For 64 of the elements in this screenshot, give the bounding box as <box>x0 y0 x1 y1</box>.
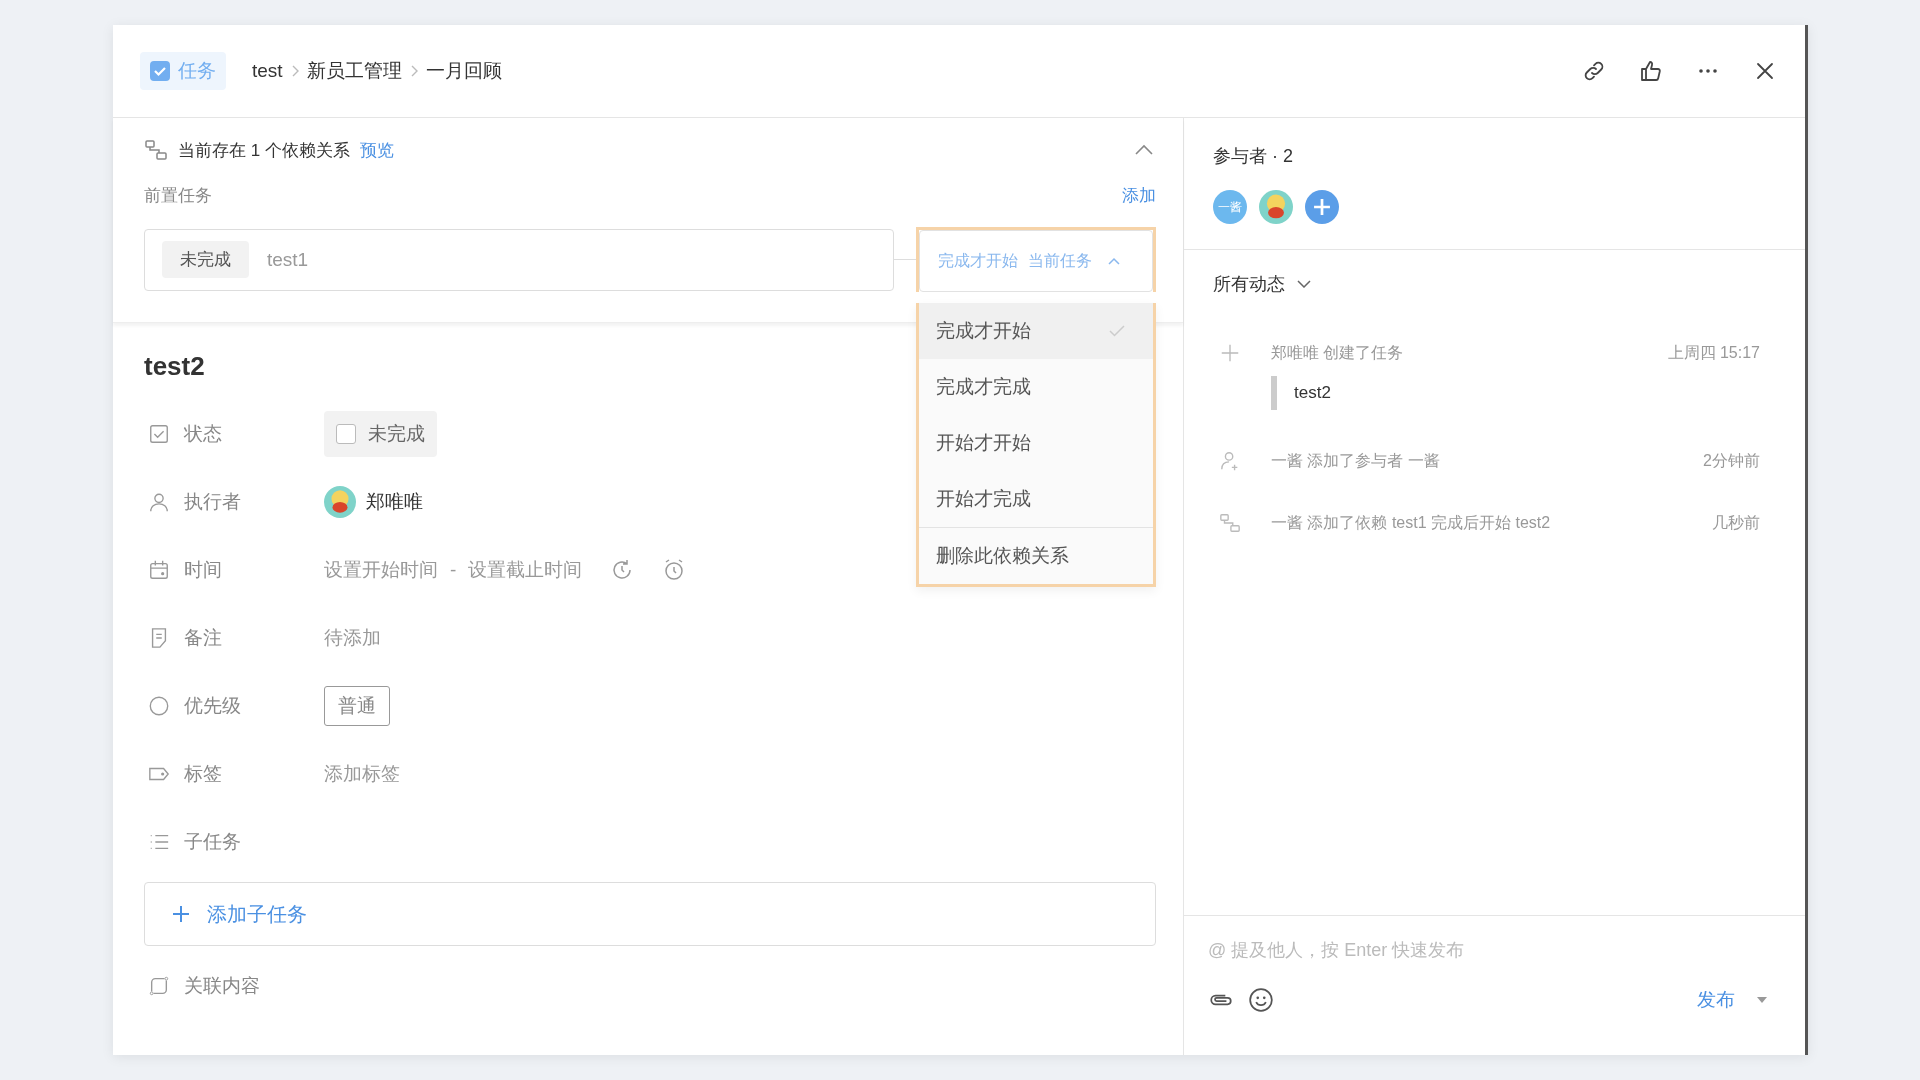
add-participant-icon[interactable] <box>1305 190 1339 224</box>
breadcrumb-link[interactable]: 新员工管理 <box>306 58 402 84</box>
section-label: 前置任务 <box>144 185 212 207</box>
chevron-right-icon <box>409 65 418 77</box>
activity-text: 郑唯唯 创建了任务 <box>1271 342 1404 363</box>
field-label: 时间 <box>184 558 223 582</box>
plus-icon <box>171 904 191 924</box>
menu-item[interactable]: 完成才完成 <box>919 359 1153 415</box>
quoted-task-title: test2 <box>1271 376 1760 410</box>
add-tag-link[interactable]: 添加标签 <box>324 761 400 787</box>
activity-time: 2分钟前 <box>1703 450 1760 471</box>
priority-tag[interactable]: 普通 <box>324 686 390 726</box>
separator: - <box>450 559 457 581</box>
thumbs-up-icon[interactable] <box>1639 59 1663 83</box>
breadcrumb-link[interactable]: test <box>252 60 283 82</box>
add-subtask-button[interactable]: 添加子任务 <box>144 882 1156 946</box>
activity-time: 几秒前 <box>1712 512 1760 533</box>
avatar-icon[interactable] <box>1259 190 1293 224</box>
status-tag: 未完成 <box>162 241 249 278</box>
field-label: 关联内容 <box>184 974 261 998</box>
note-field[interactable]: 待添加 <box>324 625 381 651</box>
activity-time: 上周四 15:17 <box>1667 342 1760 363</box>
field-label: 状态 <box>184 422 223 446</box>
comment-input[interactable]: @ 提及他人，按 Enter 快速发布 <box>1208 940 1775 961</box>
dependency-summary: 当前存在 1 个依赖关系 <box>178 139 350 162</box>
dependency-icon <box>1219 512 1241 534</box>
dependency-icon <box>144 138 168 162</box>
menu-item[interactable]: 完成才开始 <box>919 303 1153 359</box>
circle-icon <box>148 695 170 717</box>
plus-icon <box>1219 342 1241 364</box>
badge-label: 任务 <box>178 59 216 83</box>
publish-button[interactable]: 发布 <box>1697 987 1735 1013</box>
menu-item[interactable]: 开始才完成 <box>919 471 1153 527</box>
menu-item[interactable]: 删除此依赖关系 <box>919 528 1153 584</box>
field-label: 执行者 <box>184 490 242 514</box>
calendar-icon <box>148 559 170 581</box>
chevron-down-icon <box>1297 280 1311 288</box>
preview-link[interactable]: 预览 <box>359 138 394 162</box>
dependency-task-card[interactable]: 未完成 test1 <box>144 228 894 291</box>
assignee-name[interactable]: 郑唯唯 <box>366 489 423 515</box>
due-time-field[interactable]: 设置截止时间 <box>468 557 583 583</box>
menu-item[interactable]: 开始才开始 <box>919 415 1153 471</box>
checkbox-icon <box>148 423 170 445</box>
emoji-icon[interactable] <box>1248 987 1274 1013</box>
start-time-field[interactable]: 设置开始时间 <box>324 557 438 583</box>
status-toggle[interactable]: 未完成 <box>324 411 437 457</box>
breadcrumb-link[interactable]: 一月回顾 <box>425 58 502 84</box>
participants-title: 参与者 · 2 <box>1213 145 1294 168</box>
check-icon <box>1109 325 1125 337</box>
field-label: 标签 <box>184 762 223 786</box>
avatar-icon <box>324 486 356 518</box>
activity-text: 一酱 添加了参与者 一酱 <box>1271 450 1440 471</box>
activity-filter[interactable]: 所有动态 <box>1213 272 1760 296</box>
caret-down-icon[interactable] <box>1757 997 1767 1003</box>
caret-icon <box>1108 257 1120 265</box>
field-label: 子任务 <box>184 830 242 854</box>
field-label: 备注 <box>184 626 223 650</box>
add-link[interactable]: 添加 <box>1122 184 1156 207</box>
task-title: test2 <box>144 351 206 382</box>
task-name: test1 <box>267 248 309 271</box>
chevron-right-icon <box>290 65 299 77</box>
activity-text: 一酱 添加了依赖 test1 完成后开始 test2 <box>1271 512 1551 533</box>
person-icon <box>148 491 170 513</box>
field-label: 优先级 <box>184 694 242 718</box>
